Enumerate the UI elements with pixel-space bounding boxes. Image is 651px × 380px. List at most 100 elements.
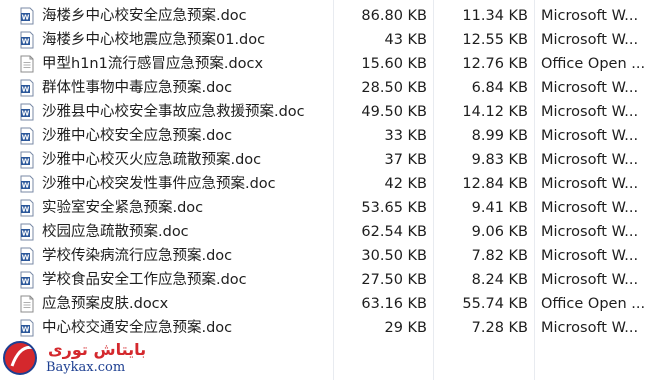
file-size: 29 KB: [384, 320, 427, 336]
word-doc-icon: W: [19, 127, 35, 145]
file-name-cell[interactable]: W 海楼乡中心校安全应急预案.doc: [19, 4, 339, 28]
file-row[interactable]: W 沙雅县中心校安全事故应急救援预案.doc 49.50 KB 14.12 KB Mi…: [0, 100, 651, 124]
file-list: W 海楼乡中心校安全应急预案.doc 86.80 KB 11.34 KB Micros…: [0, 0, 651, 380]
file-name-cell[interactable]: W 沙雅中心校灭火应急疏散预案.doc: [19, 148, 339, 172]
file-name: 校园应急疏散预案.doc: [42, 224, 189, 240]
compressed-size: 8.99 KB: [471, 128, 528, 144]
word-doc-icon: W: [19, 247, 35, 265]
file-name-cell[interactable]: W 海楼乡中心校地震应急预案01.doc: [19, 28, 339, 52]
file-name: 学校食品安全工作应急预案.doc: [42, 272, 247, 288]
file-name-cell[interactable]: W 学校传染病流行应急预案.doc: [19, 244, 339, 268]
file-name-cell[interactable]: W 校园应急疏散预案.doc: [19, 220, 339, 244]
file-name-cell[interactable]: W 实验室安全紧急预案.doc: [19, 196, 339, 220]
file-row[interactable]: W 海楼乡中心校地震应急预案01.doc 43 KB 12.55 KB Microso…: [0, 28, 651, 52]
compressed-size: 8.24 KB: [471, 272, 528, 288]
file-name-cell[interactable]: W 沙雅中心校安全应急预案.doc: [19, 124, 339, 148]
file-row[interactable]: 甲型h1n1流行感冒应急预案.docx 15.60 KB 12.76 KB Offic…: [0, 52, 651, 76]
file-type: Microsoft W...: [541, 272, 639, 288]
file-name: 沙雅中心校安全应急预案.doc: [42, 128, 233, 144]
svg-text:W: W: [22, 278, 30, 286]
compressed-size: 7.28 KB: [471, 320, 528, 336]
file-row[interactable]: W 海楼乡中心校安全应急预案.doc 86.80 KB 11.34 KB Micros…: [0, 4, 651, 28]
file-size: 30.50 KB: [361, 248, 427, 264]
compressed-size: 14.12 KB: [462, 104, 528, 120]
word-doc-icon: W: [19, 151, 35, 169]
file-name: 实验室安全紧急预案.doc: [42, 200, 204, 216]
svg-text:W: W: [22, 182, 30, 190]
file-name: 沙雅中心校灭火应急疏散预案.doc: [42, 152, 262, 168]
svg-text:W: W: [22, 86, 30, 94]
watermark-url: Baykax.com: [46, 360, 126, 375]
file-type: Microsoft W...: [541, 320, 639, 336]
file-row[interactable]: W 群体性事物中毒应急预案.doc 28.50 KB 6.84 KB Microsof…: [0, 76, 651, 100]
word-doc-icon: W: [19, 271, 35, 289]
file-name-cell[interactable]: 甲型h1n1流行感冒应急预案.docx: [19, 52, 339, 76]
svg-text:W: W: [22, 254, 30, 262]
file-size: 63.16 KB: [361, 296, 427, 312]
file-row[interactable]: W 校园应急疏散预案.doc 62.54 KB 9.06 KB Microsoft W…: [0, 220, 651, 244]
file-name-cell[interactable]: 应急预案皮肤.docx: [19, 292, 339, 316]
file-name-cell[interactable]: W 群体性事物中毒应急预案.doc: [19, 76, 339, 100]
file-row[interactable]: 应急预案皮肤.docx 63.16 KB 55.74 KB Office Open .…: [0, 292, 651, 316]
file-size: 49.50 KB: [361, 104, 427, 120]
file-size: 53.65 KB: [361, 200, 427, 216]
file-row[interactable]: W 学校传染病流行应急预案.doc 30.50 KB 7.82 KB Microsof…: [0, 244, 651, 268]
compressed-size: 9.41 KB: [471, 200, 528, 216]
file-type: Microsoft W...: [541, 80, 639, 96]
compressed-size: 12.84 KB: [462, 176, 528, 192]
svg-text:W: W: [22, 158, 30, 166]
generic-file-icon: [19, 55, 35, 73]
file-type: Office Open ...: [541, 296, 646, 312]
file-row[interactable]: W 沙雅中心校突发性事件应急预案.doc 42 KB 12.84 KB Microso…: [0, 172, 651, 196]
file-size: 86.80 KB: [361, 8, 427, 24]
file-name-cell[interactable]: W 学校食品安全工作应急预案.doc: [19, 268, 339, 292]
word-doc-icon: W: [19, 175, 35, 193]
file-size: 62.54 KB: [361, 224, 427, 240]
compressed-size: 6.84 KB: [471, 80, 528, 96]
compressed-size: 11.34 KB: [462, 8, 528, 24]
compressed-size: 12.76 KB: [462, 56, 528, 72]
file-name-cell[interactable]: W 沙雅中心校突发性事件应急预案.doc: [19, 172, 339, 196]
file-row[interactable]: W 学校食品安全工作应急预案.doc 27.50 KB 8.24 KB Microso…: [0, 268, 651, 292]
file-size: 37 KB: [384, 152, 427, 168]
watermark-text: بايتاش تورى: [48, 340, 147, 359]
file-size: 43 KB: [384, 32, 427, 48]
svg-text:W: W: [22, 134, 30, 142]
file-row[interactable]: W 实验室安全紧急预案.doc 53.65 KB 9.41 KB Microsoft …: [0, 196, 651, 220]
file-size: 15.60 KB: [361, 56, 427, 72]
svg-text:W: W: [22, 14, 30, 22]
file-type: Microsoft W...: [541, 248, 639, 264]
file-size: 27.50 KB: [361, 272, 427, 288]
word-doc-icon: W: [19, 199, 35, 217]
svg-text:W: W: [22, 230, 30, 238]
file-type: Microsoft W...: [541, 176, 639, 192]
svg-text:W: W: [22, 206, 30, 214]
file-type: Microsoft W...: [541, 104, 639, 120]
compressed-size: 12.55 KB: [462, 32, 528, 48]
file-name: 群体性事物中毒应急预案.doc: [42, 80, 233, 96]
svg-text:W: W: [22, 38, 30, 46]
file-name-cell[interactable]: W 沙雅县中心校安全事故应急救援预案.doc: [19, 100, 339, 124]
svg-text:W: W: [22, 326, 30, 334]
file-size: 42 KB: [384, 176, 427, 192]
file-type: Microsoft W...: [541, 128, 639, 144]
file-type: Microsoft W...: [541, 224, 639, 240]
file-type: Microsoft W...: [541, 200, 639, 216]
file-row[interactable]: W 沙雅中心校灭火应急疏散预案.doc 37 KB 9.83 KB Microsoft…: [0, 148, 651, 172]
compressed-size: 9.06 KB: [471, 224, 528, 240]
file-name: 沙雅县中心校安全事故应急救援预案.doc: [42, 104, 305, 120]
compressed-size: 9.83 KB: [471, 152, 528, 168]
file-size: 28.50 KB: [361, 80, 427, 96]
compressed-size: 7.82 KB: [471, 248, 528, 264]
file-type: Microsoft W...: [541, 152, 639, 168]
file-type: Office Open ...: [541, 56, 646, 72]
word-doc-icon: W: [19, 7, 35, 25]
generic-file-icon: [19, 295, 35, 313]
word-doc-icon: W: [19, 79, 35, 97]
file-row[interactable]: W 沙雅中心校安全应急预案.doc 33 KB 8.99 KB Microsoft W…: [0, 124, 651, 148]
compressed-size: 55.74 KB: [462, 296, 528, 312]
word-doc-icon: W: [19, 223, 35, 241]
file-type: Microsoft W...: [541, 32, 639, 48]
word-doc-icon: W: [19, 31, 35, 49]
svg-text:W: W: [22, 110, 30, 118]
